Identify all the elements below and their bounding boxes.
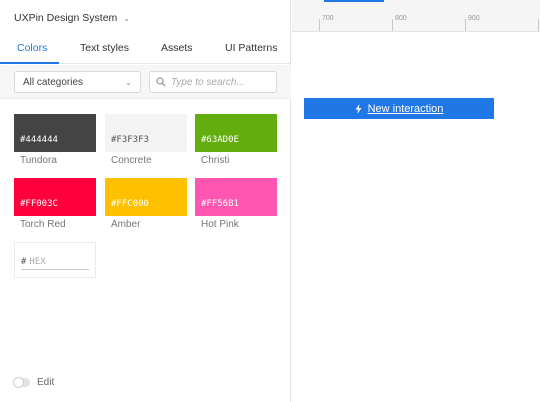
new-interaction-button[interactable]: New interaction [304,98,494,119]
ruler-selection-indicator [324,0,384,2]
search-input[interactable] [171,76,271,88]
chevron-down-icon: ⌄ [123,13,130,23]
swatch-name: Torch Red [20,219,66,230]
swatch-name: Concrete [111,155,152,166]
swatch-name: Amber [111,219,141,230]
ruler-tick [392,19,393,31]
design-system-panel: UXPin Design System ⌄ Colors Text styles… [0,0,291,402]
color-swatch-tundora[interactable]: #444444 [14,114,96,152]
ruler-label: 700 [322,15,334,22]
swatch-name: Christi [201,155,230,166]
swatch-hex: #FFC000 [111,199,149,209]
swatch-hex: #F3F3F3 [111,135,149,145]
new-interaction-label: New interaction [367,102,444,115]
swatch-name: Tundora [20,155,57,166]
hex-prefix: # [21,257,27,267]
add-color-box: # [14,242,96,278]
color-swatch-torch-red[interactable]: #FF003C [14,178,96,216]
search-icon [156,77,166,87]
tab-text-styles[interactable]: Text styles [80,42,129,54]
color-swatch-amber[interactable]: #FFC000 [105,178,187,216]
category-select[interactable]: All categories ⌄ [14,71,141,93]
filter-bar: All categories ⌄ [0,65,291,99]
tab-ui-patterns[interactable]: UI Patterns [225,42,278,54]
ruler-label: 800 [395,15,407,22]
panel-tabs: Colors Text styles Assets UI Patterns [0,36,291,64]
horizontal-ruler: 700 800 900 [292,0,540,32]
design-canvas[interactable] [292,33,540,402]
edit-row: Edit [14,377,54,388]
tab-assets[interactable]: Assets [161,42,193,54]
hex-input[interactable] [29,257,85,267]
chevron-down-icon: ⌄ [125,77,132,87]
swatch-hex: #FF56B1 [201,199,239,209]
active-tab-indicator [0,62,59,64]
library-switcher[interactable]: UXPin Design System ⌄ [14,12,130,24]
swatch-hex: #444444 [20,135,58,145]
color-swatch-concrete[interactable]: #F3F3F3 [105,114,187,152]
lightning-icon [355,103,362,114]
color-swatch-christi[interactable]: #63AD0E [195,114,277,152]
ruler-tick [538,19,539,31]
ruler-tick [319,19,320,31]
color-swatch-hot-pink[interactable]: #FF56B1 [195,178,277,216]
edit-label: Edit [37,377,55,388]
search-box[interactable] [149,71,277,93]
edit-toggle[interactable] [14,378,30,387]
swatch-name: Hot Pink [201,219,239,230]
ruler-label: 900 [468,15,480,22]
ruler-tick [465,19,466,31]
swatch-hex: #63AD0E [201,135,239,145]
library-title: UXPin Design System [14,12,118,24]
swatch-hex: #FF003C [20,199,58,209]
category-select-value: All categories [23,76,84,88]
tab-colors[interactable]: Colors [17,42,47,54]
hex-field: # [21,255,89,270]
